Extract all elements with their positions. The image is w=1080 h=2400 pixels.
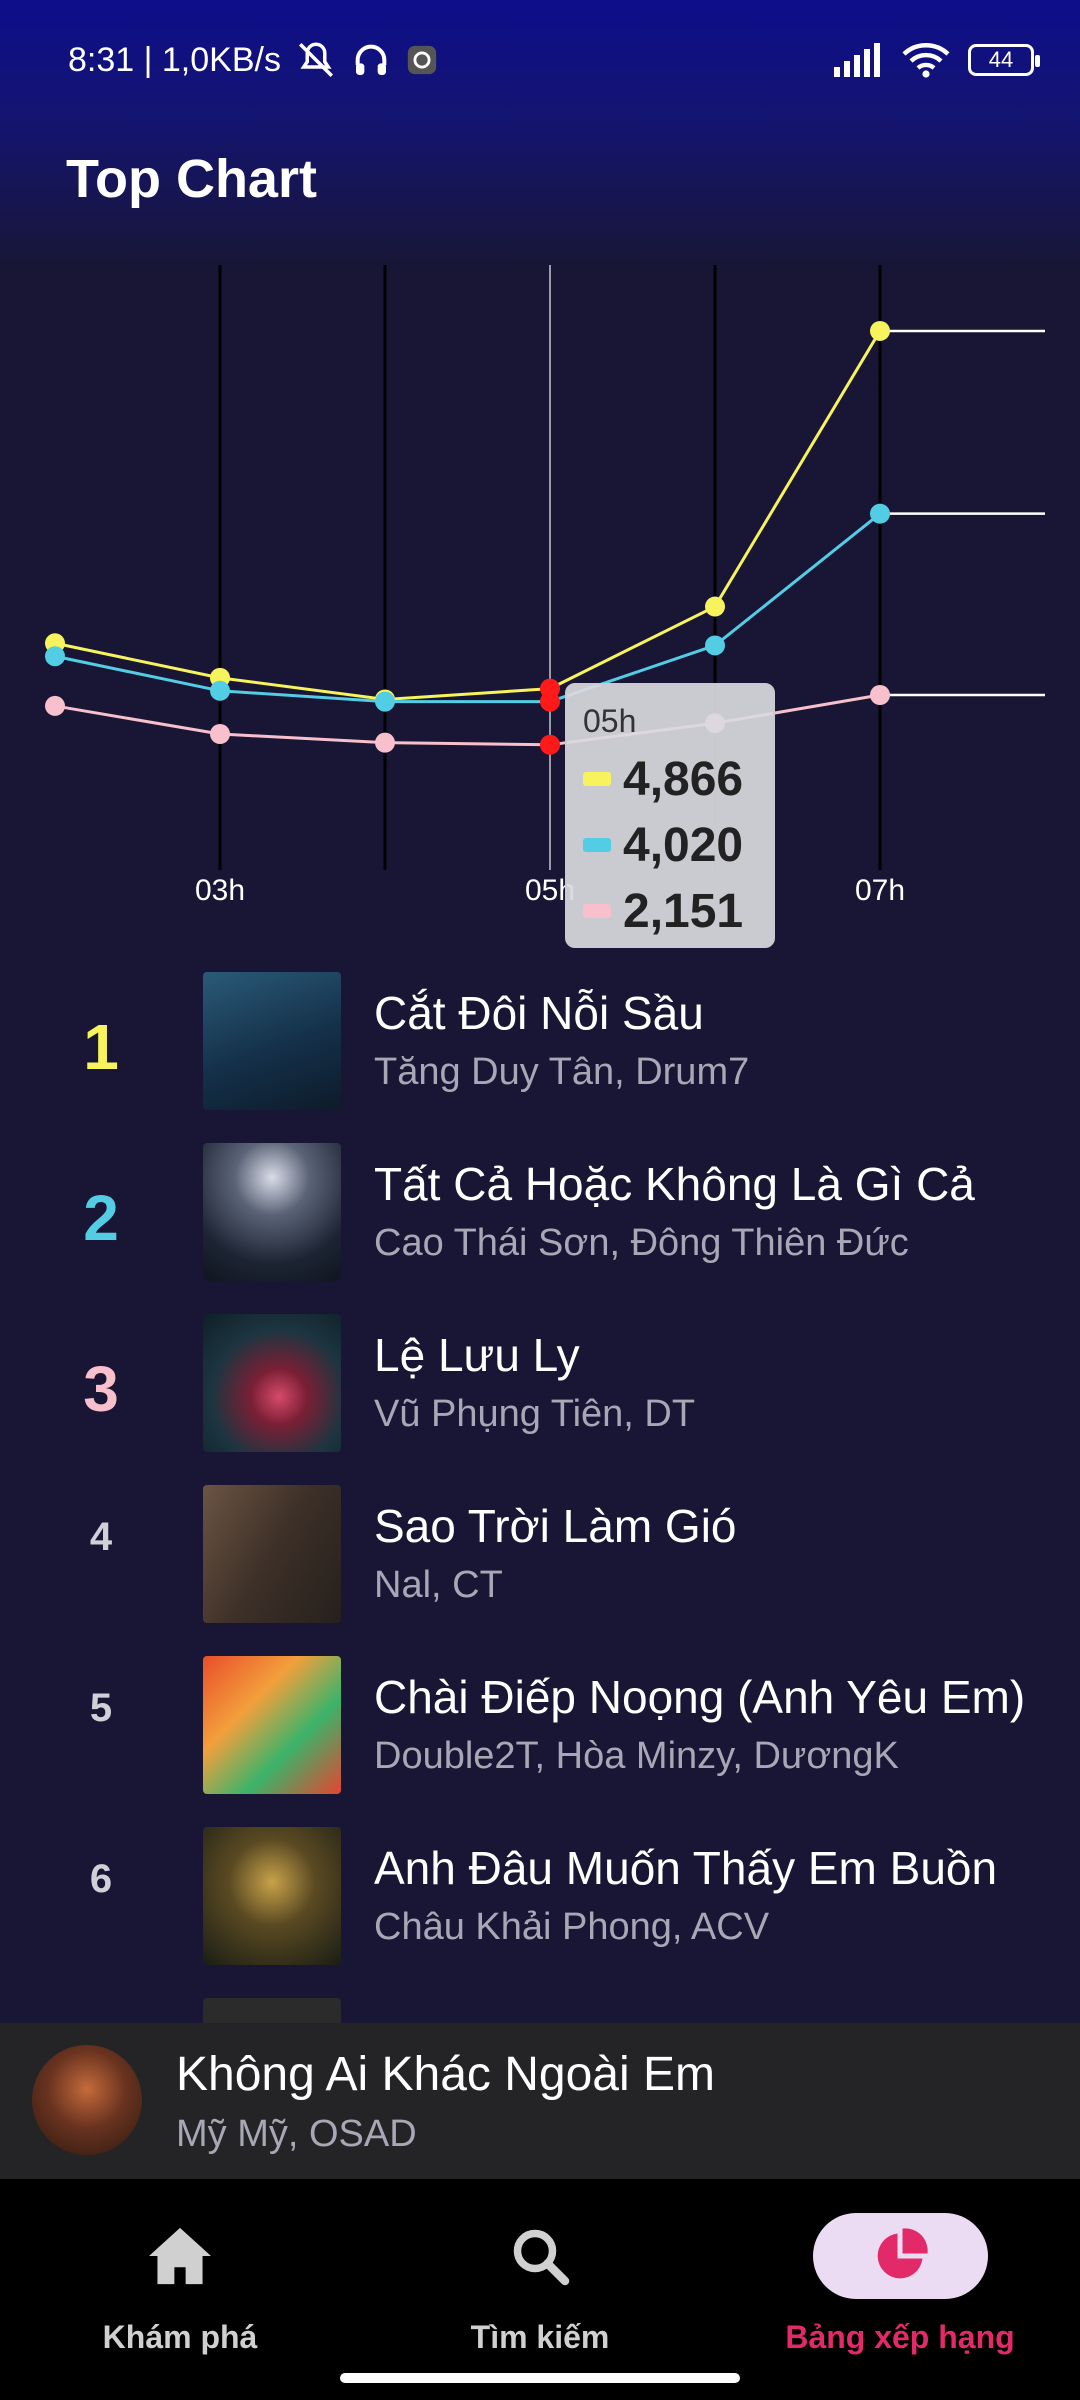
pie-chart-icon bbox=[877, 2228, 928, 2279]
song-row[interactable]: 4 Sao Trời Làm Gió Nal, CT bbox=[0, 1473, 1080, 1644]
home-icon bbox=[149, 2227, 211, 2285]
tooltip-row-1: 4,866 bbox=[583, 746, 757, 812]
nav-ranking[interactable]: Bảng xếp hạng bbox=[750, 2211, 1050, 2356]
song-row[interactable]: 2 Tất Cả Hoặc Không Là Gì Cả Cao Thái Sơ… bbox=[0, 1131, 1080, 1302]
song-title: Anh Đâu Muốn Thấy Em Buồn bbox=[374, 1842, 998, 1894]
nav-ranking-label: Bảng xếp hạng bbox=[785, 2319, 1015, 2355]
data-point bbox=[870, 685, 890, 705]
song-title: Chài Điếp Noọng (Anh Yêu Em) bbox=[374, 1671, 1026, 1723]
nav-search-icon-wrap bbox=[390, 2211, 690, 2301]
rank-number: 5 bbox=[89, 1686, 113, 1730]
data-point bbox=[870, 320, 890, 341]
series-line bbox=[54, 512, 881, 704]
x-tick-label: 07h bbox=[855, 874, 905, 907]
home-indicator bbox=[340, 2373, 740, 2383]
tooltip-value-3: 2,151 bbox=[623, 884, 744, 938]
song-artist: Tăng Duy Tân, Drum7 bbox=[374, 1051, 750, 1093]
status-left: 8:31 | 1,0KB/s bbox=[68, 39, 439, 81]
rank-number: 4 bbox=[89, 1515, 113, 1559]
tooltip-time: 05h bbox=[583, 703, 637, 739]
mute-bell-icon bbox=[298, 42, 333, 77]
rank-number: 3 bbox=[83, 1353, 119, 1425]
song-artist: Double2T, Hòa Minzy, DươngK bbox=[374, 1735, 899, 1777]
data-point bbox=[705, 596, 725, 617]
song-row[interactable]: 3 Lệ Lưu Ly Vũ Phụng Tiên, DT bbox=[0, 1302, 1080, 1473]
album-art bbox=[203, 1314, 341, 1452]
nav-explore-icon-wrap bbox=[30, 2211, 330, 2301]
status-time: 8:31 | 1,0KB/s bbox=[68, 40, 281, 79]
song-artist: Vũ Phụng Tiên, DT bbox=[374, 1393, 696, 1435]
battery-indicator: 44 bbox=[968, 44, 1040, 76]
song-artist: Châu Khải Phong, ACV bbox=[374, 1906, 770, 1948]
song-title: Sao Trời Làm Gió bbox=[374, 1500, 737, 1552]
x-tick-label: 03h bbox=[195, 874, 245, 907]
search-icon bbox=[513, 2229, 570, 2286]
headphones-icon bbox=[355, 44, 387, 75]
tooltip-row-2: 4,020 bbox=[583, 812, 757, 878]
album-art bbox=[203, 1485, 341, 1623]
data-point bbox=[870, 503, 890, 524]
rank-number: 1 bbox=[83, 1011, 119, 1083]
data-point bbox=[540, 691, 560, 712]
album-art bbox=[203, 1827, 341, 1965]
song-row[interactable]: 1 Cắt Đôi Nỗi Sầu Tăng Duy Tân, Drum7 bbox=[0, 960, 1080, 1131]
rank-number: 2 bbox=[83, 1182, 119, 1254]
now-playing-artist: Mỹ Mỹ, OSAD bbox=[176, 2113, 417, 2155]
rank-number: 6 bbox=[89, 1857, 113, 1901]
song-list: 1 Cắt Đôi Nỗi Sầu Tăng Duy Tân, Drum7 2 … bbox=[0, 960, 1080, 2157]
bottom-nav: Khám phá Tìm kiếm Bảng xếp hạng bbox=[0, 2179, 1080, 2400]
song-row[interactable]: 6 Anh Đâu Muốn Thấy Em Buồn Châu Khải Ph… bbox=[0, 1815, 1080, 1986]
data-point bbox=[45, 646, 65, 667]
series-line bbox=[54, 330, 882, 701]
data-point bbox=[375, 732, 395, 753]
data-point bbox=[45, 695, 65, 716]
chart-canvas: 03h 05h 07h bbox=[45, 265, 1045, 907]
song-title: Cắt Đôi Nỗi Sầu bbox=[374, 987, 704, 1039]
song-artist: Nal, CT bbox=[374, 1564, 503, 1606]
tooltip-row-3: 2,151 bbox=[583, 878, 757, 944]
status-right: 44 bbox=[834, 42, 1040, 78]
signal-icon bbox=[834, 43, 880, 77]
song-artist: Cao Thái Sơn, Đông Thiên Đức bbox=[374, 1222, 909, 1264]
tooltip-swatch-1 bbox=[583, 772, 611, 786]
battery-level: 44 bbox=[988, 47, 1014, 72]
tooltip-value-1: 4,866 bbox=[623, 752, 744, 806]
album-art bbox=[203, 1143, 341, 1281]
data-point bbox=[210, 724, 230, 744]
album-art bbox=[203, 1656, 341, 1794]
mini-player[interactable]: Không Ai Khác Ngoài Em Mỹ Mỹ, OSAD bbox=[0, 2023, 1080, 2179]
nav-search-label: Tìm kiếm bbox=[470, 2319, 610, 2355]
chart-tooltip: 05h 4,866 4,020 2,151 bbox=[565, 683, 775, 948]
tooltip-swatch-2 bbox=[583, 838, 611, 852]
tooltip-swatch-3 bbox=[583, 904, 611, 918]
data-point bbox=[705, 635, 725, 656]
song-title: Lệ Lưu Ly bbox=[374, 1329, 580, 1381]
now-playing-art bbox=[32, 2045, 142, 2155]
song-row[interactable]: 5 Chài Điếp Noọng (Anh Yêu Em) Double2T,… bbox=[0, 1644, 1080, 1815]
song-title: Tất Cả Hoặc Không Là Gì Cả bbox=[374, 1158, 975, 1210]
top-chart[interactable]: 03h 05h 07h 05h 4,866 4,020 2,151 bbox=[0, 250, 1080, 948]
nav-active-pill bbox=[812, 2213, 988, 2299]
album-art bbox=[203, 972, 341, 1110]
nav-ranking-icon-wrap bbox=[750, 2211, 1050, 2301]
app-notification-icon bbox=[407, 45, 437, 75]
wifi-icon bbox=[902, 43, 950, 78]
data-point bbox=[540, 734, 560, 755]
nav-explore[interactable]: Khám phá bbox=[30, 2211, 330, 2356]
nav-explore-label: Khám phá bbox=[102, 2319, 258, 2355]
tooltip-value-2: 4,020 bbox=[623, 818, 744, 872]
status-bar: 8:31 | 1,0KB/s 44 bbox=[0, 0, 1080, 120]
data-point bbox=[375, 691, 395, 712]
page-title: Top Chart bbox=[66, 149, 317, 209]
now-playing-title: Không Ai Khác Ngoài Em bbox=[176, 2048, 715, 2101]
nav-search[interactable]: Tìm kiếm bbox=[390, 2211, 690, 2356]
data-point bbox=[210, 680, 230, 701]
